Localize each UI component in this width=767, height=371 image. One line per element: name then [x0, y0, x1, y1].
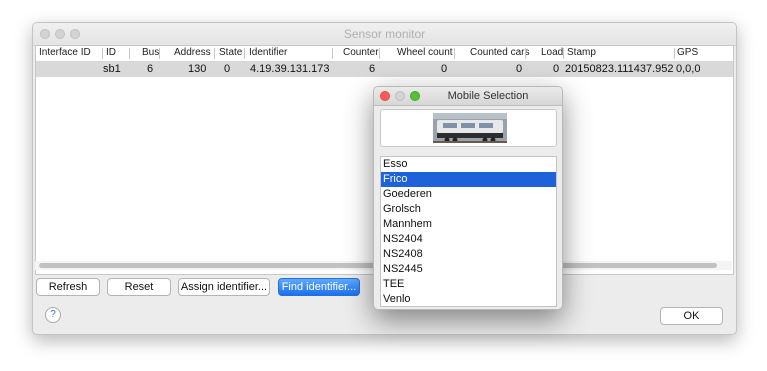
- mobile-preview: [380, 109, 557, 147]
- dialog-title: Mobile Selection: [447, 90, 529, 102]
- column-separator[interactable]: [379, 48, 380, 59]
- cell-counter: 6: [369, 63, 376, 75]
- column-separator[interactable]: [674, 48, 675, 59]
- column-separator[interactable]: [332, 48, 333, 59]
- cell-identifier: 4.19.39.131.173: [250, 63, 330, 75]
- column-separator[interactable]: [214, 48, 215, 59]
- column-separator[interactable]: [563, 48, 564, 59]
- col-bus[interactable]: Bus: [142, 47, 159, 60]
- find-identifier-button[interactable]: Find identifier...: [278, 278, 360, 296]
- cell-address: 130: [188, 63, 207, 75]
- dialog-titlebar[interactable]: Mobile Selection: [374, 87, 562, 106]
- column-separator[interactable]: [244, 48, 245, 59]
- mobile-list[interactable]: Esso Frico Goederen Grolsch Mannhem NS24…: [380, 156, 557, 307]
- list-item[interactable]: Mannhem: [381, 217, 556, 232]
- column-separator[interactable]: [525, 48, 526, 59]
- col-id[interactable]: ID: [106, 47, 116, 60]
- assign-identifier-button[interactable]: Assign identifier...: [178, 278, 270, 296]
- list-item-selected[interactable]: Frico: [381, 172, 556, 187]
- list-item[interactable]: NS2404: [381, 232, 556, 247]
- col-counter[interactable]: Counter: [343, 47, 379, 60]
- col-stamp[interactable]: Stamp: [567, 47, 596, 60]
- column-separator[interactable]: [102, 48, 103, 59]
- cell-counted-cars: 0: [516, 63, 523, 75]
- table-row[interactable]: sb1 6 130 0 4.19.39.131.173 6 0 0 0 2015…: [36, 61, 733, 77]
- close-window-button[interactable]: [380, 91, 390, 101]
- column-separator[interactable]: [159, 48, 160, 59]
- col-wheel-count[interactable]: Wheel count: [397, 47, 453, 60]
- window-title: Sensor monitor: [343, 27, 426, 41]
- cell-bus: 6: [147, 63, 154, 75]
- cell-load: 0: [553, 63, 560, 75]
- cell-wheel-count: 0: [441, 63, 448, 75]
- col-interface-id[interactable]: Interface ID: [39, 47, 91, 60]
- cell-state: 0: [224, 63, 231, 75]
- table-header: Interface ID ID Bus Address State Identi…: [36, 46, 733, 62]
- col-identifier[interactable]: Identifier: [249, 47, 287, 60]
- list-item[interactable]: Grolsch: [381, 202, 556, 217]
- list-item[interactable]: Goederen: [381, 187, 556, 202]
- col-state[interactable]: State: [219, 47, 242, 60]
- col-gps[interactable]: GPS: [677, 47, 698, 60]
- list-item[interactable]: Venlo: [381, 292, 556, 306]
- ok-button[interactable]: OK: [660, 307, 723, 325]
- col-address[interactable]: Address: [174, 47, 211, 60]
- col-load[interactable]: Load: [541, 47, 563, 60]
- reset-button[interactable]: Reset: [107, 278, 171, 296]
- minimize-window-button[interactable]: [395, 91, 405, 101]
- mobile-selection-dialog: Mobile Selection Esso Frico Goederen Gro…: [373, 86, 563, 310]
- list-item[interactable]: TEE: [381, 277, 556, 292]
- cell-gps: 0,0,0: [676, 63, 701, 75]
- column-separator[interactable]: [129, 48, 130, 59]
- list-item[interactable]: NS2408: [381, 247, 556, 262]
- list-item[interactable]: Esso: [381, 157, 556, 172]
- cell-stamp: 20150823.111437.952: [565, 63, 674, 75]
- locomotive-image: [433, 113, 507, 143]
- col-counted-cars[interactable]: Counted cars: [470, 47, 529, 60]
- help-icon[interactable]: ?: [45, 307, 61, 323]
- list-item[interactable]: NS2445: [381, 262, 556, 277]
- cell-id: sb1: [103, 63, 121, 75]
- refresh-button[interactable]: Refresh: [36, 278, 100, 296]
- column-separator[interactable]: [454, 48, 455, 59]
- window-titlebar[interactable]: Sensor monitor: [33, 23, 736, 46]
